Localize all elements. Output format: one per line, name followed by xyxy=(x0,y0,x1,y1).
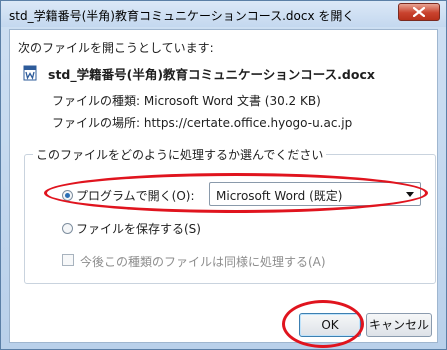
intro-text: 次のファイルを開こうとしています: xyxy=(18,41,214,55)
word-document-icon xyxy=(23,65,37,81)
cancel-button[interactable]: キャンセル xyxy=(366,313,432,337)
window-title: std_学籍番号(半角)教育コミュニケーションコース.docx を開く xyxy=(9,9,355,23)
save-file-radio[interactable] xyxy=(62,223,73,234)
save-file-label[interactable]: ファイルを保存する(S) xyxy=(76,220,201,237)
annotation-ellipse-open-with xyxy=(44,173,428,213)
file-type-value: Microsoft Word 文書 (30.2 KB) xyxy=(143,94,321,108)
file-location-row: ファイルの場所: https://certate.office.hyogo-u.… xyxy=(52,114,352,131)
dialog-content: 次のファイルを開こうとしています: std_学籍番号(半角)教育コミュニケーショ… xyxy=(9,29,438,348)
title-bar[interactable]: std_学籍番号(半角)教育コミュニケーションコース.docx を開く xyxy=(1,1,446,27)
file-location-label: ファイルの場所: xyxy=(52,116,141,130)
open-file-dialog: std_学籍番号(半角)教育コミュニケーションコース.docx を開く 次のファ… xyxy=(0,0,447,350)
close-button[interactable] xyxy=(398,3,440,21)
file-type-row: ファイルの種類: Microsoft Word 文書 (30.2 KB) xyxy=(52,92,321,109)
close-icon xyxy=(413,7,425,17)
file-location-value: https://certate.office.hyogo-u.ac.jp xyxy=(143,116,353,130)
file-name: std_学籍番号(半角)教育コミュニケーションコース.docx xyxy=(48,67,375,82)
file-type-label: ファイルの種類: xyxy=(52,94,141,108)
group-title: このファイルをどのように処理するか選んでください xyxy=(33,146,327,163)
remember-choice-label: 今後この種類のファイルは同様に処理する(A) xyxy=(80,255,326,269)
annotation-ellipse-ok xyxy=(282,300,364,348)
remember-choice-checkbox[interactable] xyxy=(62,254,74,266)
